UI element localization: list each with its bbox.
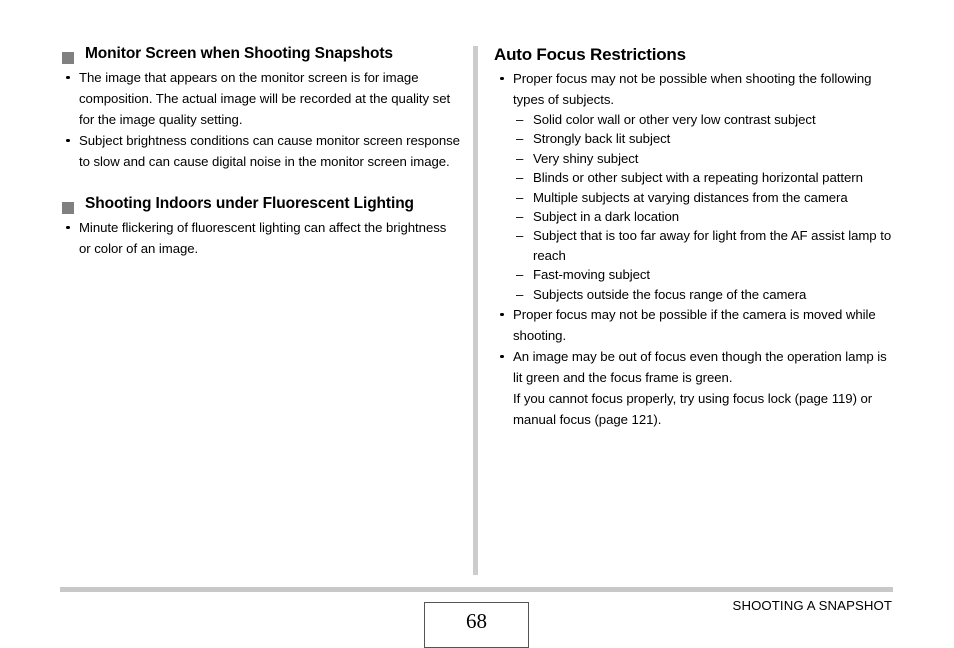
dash-marker-icon: – [516,209,524,225]
square-bullet-icon [62,52,74,64]
dash-marker-icon: – [516,131,524,147]
sub-list-item: – Fast-moving subject [513,265,892,284]
section-heading-monitor-screen: Monitor Screen when Shooting Snapshots [60,44,460,64]
dash-marker-icon: – [516,267,524,283]
footer-rule [60,587,893,592]
sub-list-item: – Very shiny subject [513,149,892,168]
list-item: An image may be out of focus even though… [494,346,892,430]
bullet-dot-icon [66,75,70,80]
sub-list-item: – Subject that is too far away for light… [513,226,892,265]
column-divider [473,46,478,575]
sub-list-item-text: Subject that is too far away for light f… [533,228,892,263]
list-item-text: Proper focus may not be possible when sh… [513,71,872,107]
dash-marker-icon: – [516,112,524,127]
section-heading-text: Monitor Screen when Shooting Snapshots [85,45,393,62]
list-item-text: Proper focus may not be possible if the … [513,307,876,344]
sub-list-item: – Blinds or other subject with a repeati… [513,168,892,187]
sub-list-item-text: Solid color wall or other very low contr… [533,112,816,127]
list-item-text: The image that appears on the monitor sc… [79,70,451,127]
list-item-text: Minute flickering of fluorescent lightin… [79,220,447,256]
sub-list-item-text: Strongly back lit subject [533,131,671,147]
page-number: 68 [466,609,487,633]
sub-list-item: – Solid color wall or other very low con… [513,110,892,129]
sub-list-item-text: Subject in a dark location [533,209,680,225]
list-item: Proper focus may not be possible if the … [494,304,892,346]
list-item-note-text: If you cannot focus properly, try using … [513,391,873,428]
bullet-dot-icon [66,138,70,143]
auto-focus-bullet-list: Proper focus may not be possible when sh… [494,68,892,430]
sub-list-item-text: Multiple subjects at varying distances f… [533,189,848,205]
dash-marker-icon: – [516,170,524,186]
dash-marker-icon: – [516,228,524,244]
list-item: Minute flickering of fluorescent lightin… [60,217,460,259]
dash-marker-icon: – [516,189,524,205]
left-column: Monitor Screen when Shooting Snapshots T… [60,44,460,259]
fluorescent-lighting-bullet-list: Minute flickering of fluorescent lightin… [60,217,460,259]
sub-list-item-text: Blinds or other subject with a repeating… [533,170,863,186]
square-bullet-icon [62,202,74,214]
section-heading-text: Shooting Indoors under Fluorescent Light… [85,195,414,212]
bullet-dot-icon [500,354,504,359]
list-item-text: An image may be out of focus even though… [513,349,887,386]
sub-list-item: – Strongly back lit subject [513,129,892,148]
sub-list-item-text: Subjects outside the focus range of the … [533,286,807,302]
auto-focus-sub-list: – Solid color wall or other very low con… [513,110,892,304]
list-item: Subject brightness conditions can cause … [60,130,460,172]
section-heading-auto-focus-restrictions: Auto Focus Restrictions [494,45,686,64]
bullet-dot-icon [500,76,504,81]
bullet-dot-icon [66,225,70,230]
dash-marker-icon: – [516,150,524,166]
page-number-box: 68 [424,602,529,648]
sub-list-item-text: Fast-moving subject [533,267,651,283]
monitor-screen-bullet-list: The image that appears on the monitor sc… [60,67,460,172]
section-heading-fluorescent-lighting: Shooting Indoors under Fluorescent Light… [60,194,460,214]
list-item-text: Subject brightness conditions can cause … [79,133,460,169]
document-page: Monitor Screen when Shooting Snapshots T… [0,0,954,648]
list-item: Proper focus may not be possible when sh… [494,68,892,110]
sub-list-item-text: Very shiny subject [533,150,639,166]
footer-chapter-title: SHOOTING A SNAPSHOT [732,598,892,613]
dash-marker-icon: – [516,286,524,302]
list-item: The image that appears on the monitor sc… [60,67,460,130]
bullet-dot-icon [500,312,504,317]
sub-list-item: – Multiple subjects at varying distances… [513,188,892,207]
sub-list-item: – Subjects outside the focus range of th… [513,285,892,304]
sub-list-item: – Subject in a dark location [513,207,892,226]
right-column: Auto Focus Restrictions Proper focus may… [494,44,892,430]
